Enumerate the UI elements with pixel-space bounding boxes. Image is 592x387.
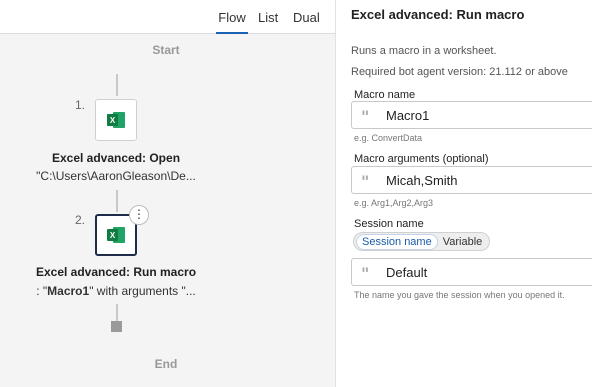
subtitle-macro: Macro1 bbox=[47, 284, 90, 298]
session-name-value: Default bbox=[386, 265, 428, 280]
step-1-subtitle: "C:\Users\AaronGleason\De... bbox=[36, 169, 196, 183]
macro-args-input[interactable]: " Micah,Smith bbox=[351, 166, 592, 194]
excel-icon: X bbox=[107, 226, 125, 244]
session-name-hint: The name you gave the session when you o… bbox=[354, 290, 565, 300]
details-panel: Excel advanced: Run macro Runs a macro i… bbox=[337, 0, 592, 387]
quote-icon: " bbox=[361, 107, 370, 126]
macro-name-hint: e.g. ConvertData bbox=[354, 133, 423, 143]
step-2-title: Excel advanced: Run macro bbox=[35, 265, 197, 279]
connector bbox=[116, 74, 118, 96]
session-name-label: Session name bbox=[354, 218, 424, 230]
step-1-node[interactable]: X bbox=[95, 99, 137, 141]
toggle-variable[interactable]: Variable bbox=[438, 235, 488, 249]
tab-dual[interactable]: Dual bbox=[293, 10, 320, 34]
excel-icon: X bbox=[107, 111, 125, 129]
quote-icon: " bbox=[361, 264, 370, 283]
macro-args-label: Macro arguments (optional) bbox=[354, 153, 489, 165]
more-options-icon[interactable]: ⋮ bbox=[129, 205, 149, 225]
flow-start-label: Start bbox=[152, 43, 180, 57]
step-2-subtitle: : "Macro1" with arguments "... bbox=[0, 284, 232, 298]
connector bbox=[116, 190, 118, 212]
step-number: 1. bbox=[75, 98, 86, 112]
flow-panel: Flow List Dual Start 1. X Excel advanced… bbox=[0, 0, 336, 387]
quote-icon: " bbox=[361, 172, 370, 191]
toggle-session-name[interactable]: Session name bbox=[356, 233, 438, 250]
details-title: Excel advanced: Run macro bbox=[351, 7, 525, 22]
tab-list[interactable]: List bbox=[258, 10, 278, 34]
step-1-title: Excel advanced: Open bbox=[51, 151, 181, 165]
macro-name-value: Macro1 bbox=[386, 108, 430, 123]
view-tabs: Flow List Dual bbox=[0, 0, 335, 34]
macro-name-label: Macro name bbox=[354, 89, 416, 101]
macro-args-value: Micah,Smith bbox=[386, 173, 458, 188]
end-node bbox=[111, 321, 122, 332]
details-description: Runs a macro in a worksheet. bbox=[351, 45, 497, 57]
flow-end-label: End bbox=[154, 357, 178, 371]
step-number: 2. bbox=[75, 213, 86, 227]
subtitle-suffix: " with arguments "... bbox=[89, 284, 196, 298]
macro-name-input[interactable]: " Macro1 bbox=[351, 101, 592, 129]
tab-flow[interactable]: Flow bbox=[216, 10, 248, 34]
macro-args-hint: e.g. Arg1,Arg2,Arg3 bbox=[354, 198, 434, 208]
session-name-input[interactable]: " Default bbox=[351, 258, 592, 286]
details-requirement: Required bot agent version: 21.112 or ab… bbox=[351, 66, 568, 78]
session-type-toggle: Session name Variable bbox=[353, 232, 491, 251]
subtitle-prefix: : " bbox=[36, 284, 48, 298]
connector bbox=[116, 304, 118, 322]
